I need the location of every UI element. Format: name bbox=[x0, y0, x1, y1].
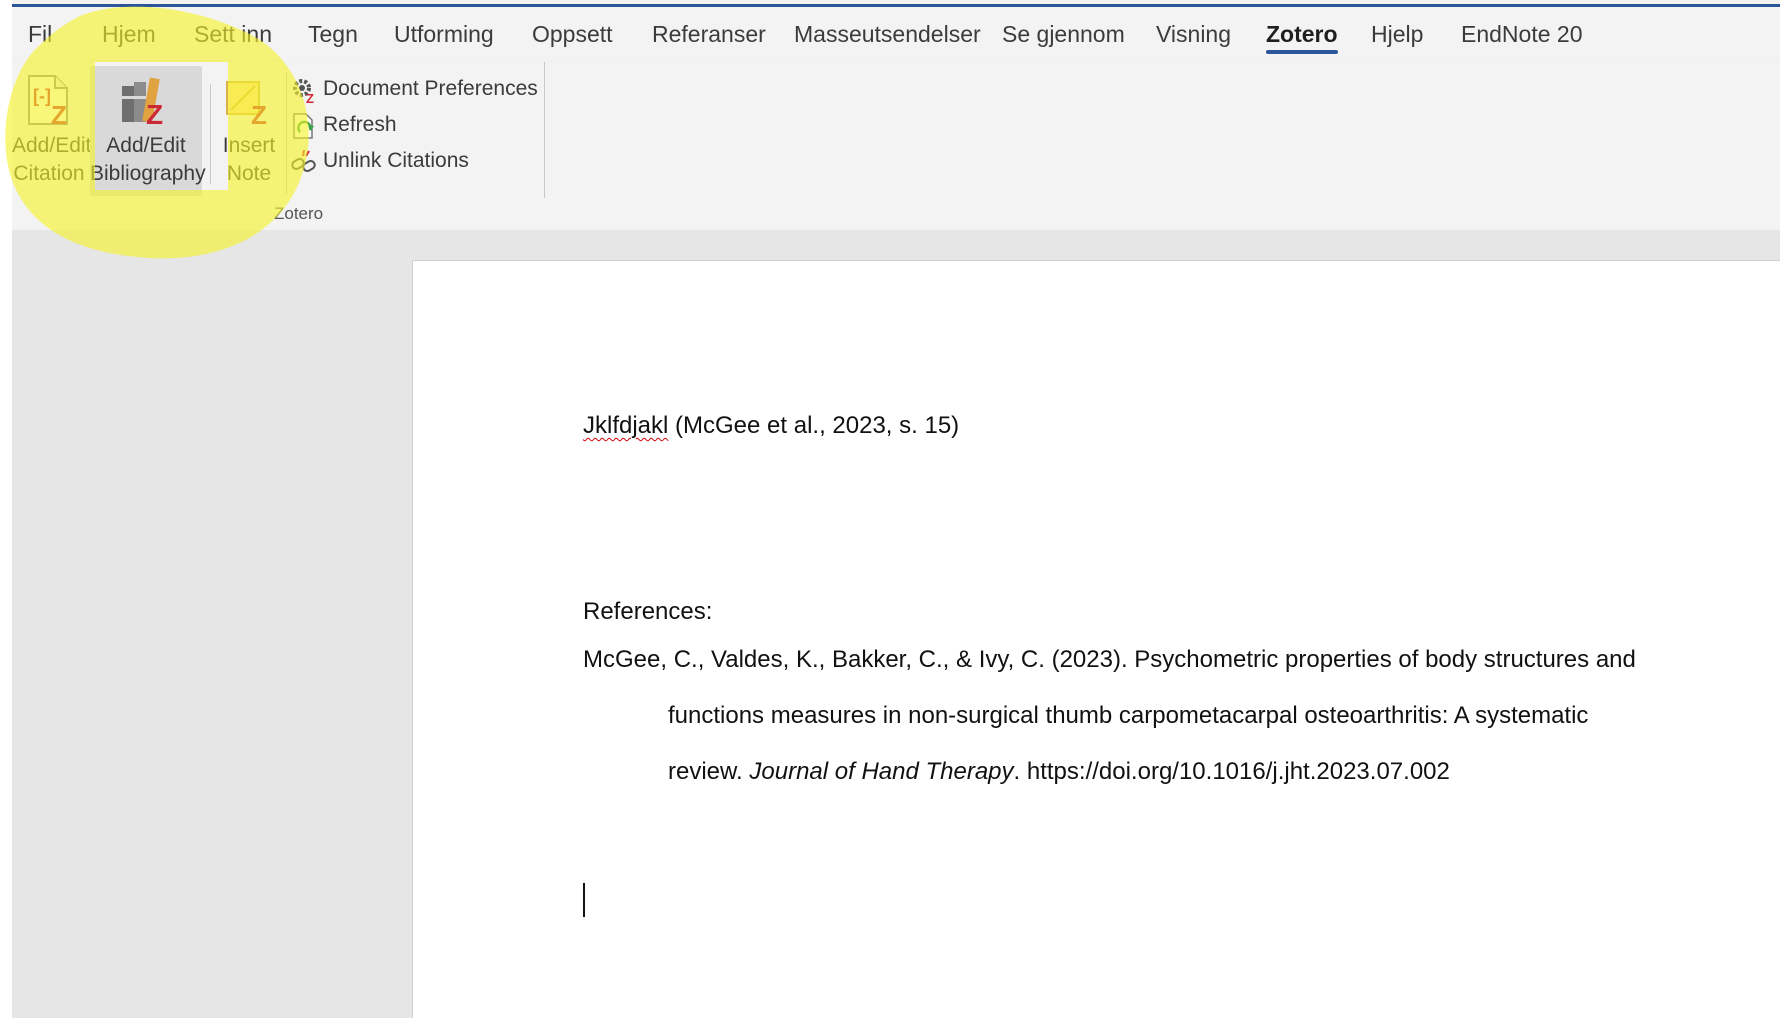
references-heading: References: bbox=[583, 598, 713, 625]
bibliography-review-text: review. bbox=[668, 758, 750, 785]
unlink-chain-icon bbox=[291, 149, 316, 172]
document-canvas: Jklfdjakl (McGee et al., 2023, s. 15) Re… bbox=[12, 230, 1780, 1018]
tab-sett-inn[interactable]: Sett inn bbox=[194, 20, 272, 48]
document-page[interactable]: Jklfdjakl (McGee et al., 2023, s. 15) Re… bbox=[412, 260, 1780, 1018]
tab-endnote[interactable]: EndNote 20 bbox=[1461, 20, 1582, 48]
add-edit-bibliography-label-1: Add/Edit bbox=[106, 134, 186, 157]
add-edit-citation-label-1: Add/Edit bbox=[12, 134, 92, 157]
ribbon-zotero-panel: [-] Z Add/Edit Citation Z Add/Edit Bibli… bbox=[12, 62, 1780, 231]
tab-zotero[interactable]: Zotero bbox=[1266, 20, 1338, 54]
svg-text:Z: Z bbox=[146, 99, 163, 128]
add-citation-icon: [-] Z bbox=[28, 75, 68, 128]
group-separator-left bbox=[286, 72, 287, 194]
insert-note-button[interactable]: Z Insert Note bbox=[216, 66, 282, 196]
add-edit-bibliography-button[interactable]: Z Add/Edit Bibliography bbox=[90, 66, 206, 196]
doi-link[interactable]: . https://doi.org/10.1016/j.jht.2023.07.… bbox=[1014, 758, 1450, 785]
tab-oppsett[interactable]: Oppsett bbox=[532, 20, 613, 48]
tab-visning[interactable]: Visning bbox=[1156, 20, 1231, 48]
tab-hjem[interactable]: Hjem bbox=[102, 20, 156, 48]
tab-hjelp[interactable]: Hjelp bbox=[1371, 20, 1423, 48]
body-paragraph: Jklfdjakl (McGee et al., 2023, s. 15) bbox=[583, 411, 959, 441]
refresh-label: Refresh bbox=[323, 113, 397, 136]
bibliography-line-1: McGee, C., Valdes, K., Bakker, C., & Ivy… bbox=[583, 646, 1636, 673]
word-window: Fil Hjem Sett inn Tegn Utforming Oppsett… bbox=[0, 0, 1780, 1020]
tab-utforming[interactable]: Utforming bbox=[394, 20, 494, 48]
svg-text:Z: Z bbox=[306, 91, 314, 104]
group-separator-right bbox=[544, 62, 545, 198]
tab-tegn[interactable]: Tegn bbox=[308, 20, 358, 48]
ribbon-tab-bar: Fil Hjem Sett inn Tegn Utforming Oppsett… bbox=[12, 8, 1780, 66]
gear-icon: Z bbox=[293, 79, 314, 104]
tab-se-gjennom[interactable]: Se gjennom bbox=[1002, 20, 1125, 48]
insert-note-label-2: Note bbox=[226, 162, 272, 185]
svg-text:[-]: [-] bbox=[33, 86, 51, 106]
bibliography-books-icon: Z bbox=[122, 77, 163, 128]
text-cursor bbox=[583, 883, 585, 917]
bibliography-line-3: review. Journal of Hand Therapy. https:/… bbox=[668, 757, 1450, 787]
button-separator bbox=[210, 84, 211, 184]
tab-fil[interactable]: Fil bbox=[28, 20, 52, 48]
bibliography-line-2: functions measures in non-surgical thumb… bbox=[668, 702, 1589, 729]
unlink-citations-label: Unlink Citations bbox=[323, 149, 469, 172]
add-edit-citation-label-2: Citation bbox=[13, 162, 85, 185]
tab-referanser[interactable]: Referanser bbox=[652, 20, 766, 48]
insert-note-icon: Z bbox=[226, 81, 267, 128]
journal-title: Journal of Hand Therapy bbox=[749, 758, 1014, 785]
misspelled-word[interactable]: Jklfdjakl bbox=[583, 412, 668, 439]
zotero-group-label: Zotero bbox=[274, 204, 324, 223]
tab-masseutsendelser[interactable]: Masseutsendelser bbox=[794, 20, 981, 48]
refresh-icon bbox=[293, 113, 314, 139]
svg-text:Z: Z bbox=[51, 100, 67, 128]
add-edit-bibliography-label-2: Bibliography bbox=[90, 162, 206, 185]
in-text-citation[interactable]: (McGee et al., 2023, s. 15) bbox=[668, 412, 959, 439]
svg-text:Z: Z bbox=[251, 100, 267, 128]
add-edit-citation-button[interactable]: [-] Z Add/Edit Citation bbox=[12, 66, 92, 196]
title-accent-line bbox=[12, 4, 1780, 7]
window-frame: Fil Hjem Sett inn Tegn Utforming Oppsett… bbox=[12, 0, 1780, 1018]
document-preferences-label: Document Preferences bbox=[323, 77, 538, 100]
insert-note-label-1: Insert bbox=[222, 134, 276, 157]
